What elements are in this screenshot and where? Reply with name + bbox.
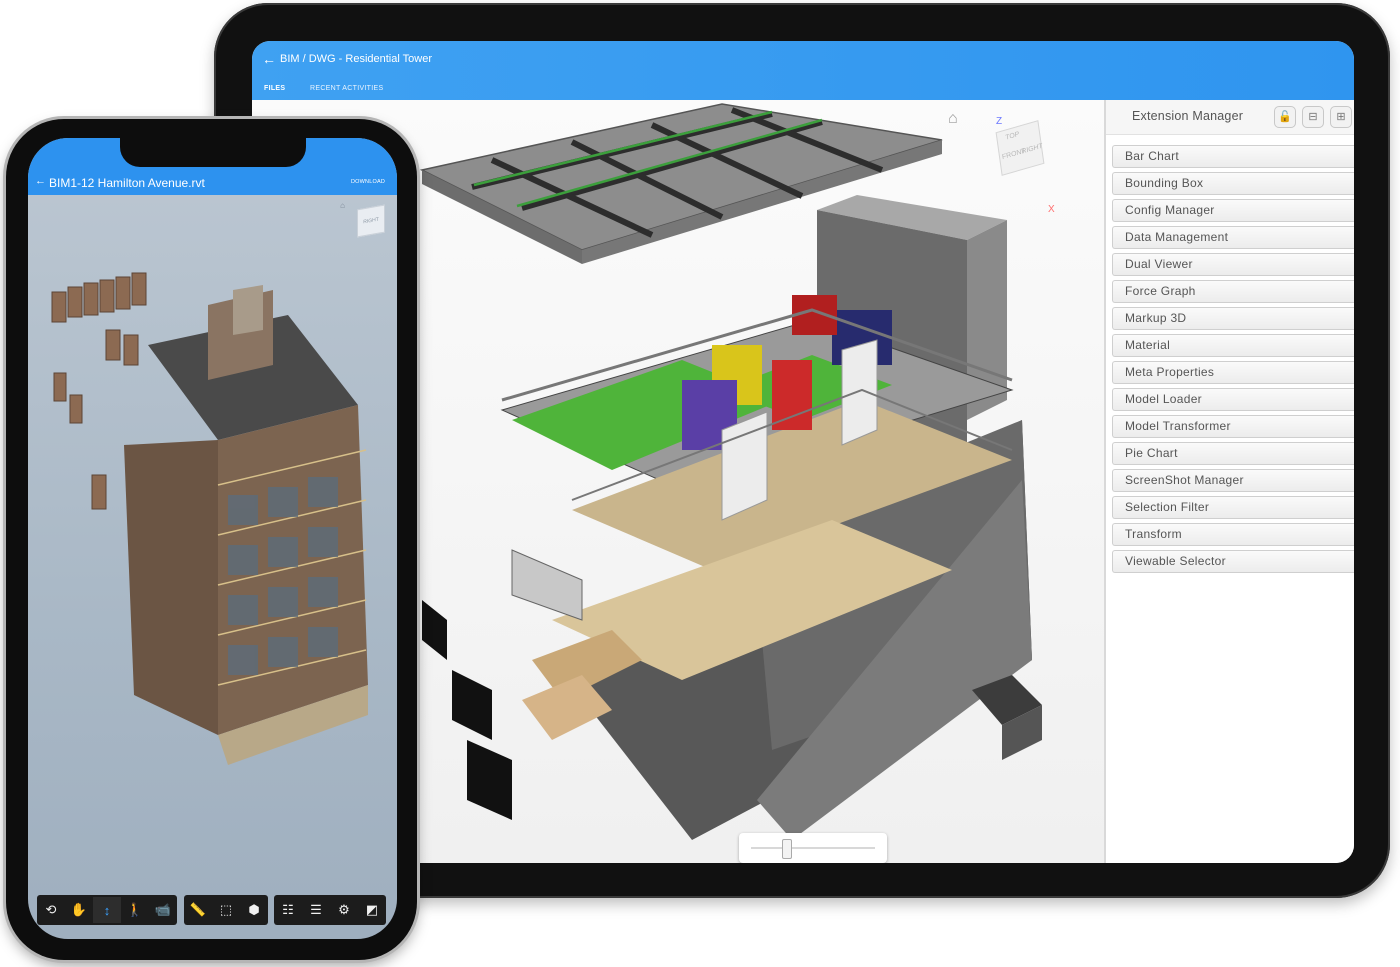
viewcube-face-right[interactable]: RIGHT — [1021, 143, 1043, 156]
phone-screen: ← BIM1-12 Hamilton Avenue.rvt DOWNLOAD ⌂… — [28, 138, 397, 939]
orbit-icon[interactable]: ⟲ — [37, 897, 65, 923]
extension-item-meta-properties[interactable]: Meta Properties — [1112, 361, 1354, 384]
extension-item-model-loader[interactable]: Model Loader — [1112, 388, 1354, 411]
axis-z-label: Z — [996, 116, 1003, 127]
section-icon[interactable]: ⬚ — [212, 897, 240, 923]
extension-item-force-graph[interactable]: Force Graph — [1112, 280, 1354, 303]
extension-item-dual-viewer[interactable]: Dual Viewer — [1112, 253, 1354, 276]
extension-manager-panel: Extension Manager 🔓 ⊟ ⊞ Bar Chart Boundin… — [1104, 100, 1354, 863]
tablet-screen: ← BIM / DWG - Residential Tower FILES RE… — [252, 41, 1354, 863]
extension-manager-header: Extension Manager 🔓 ⊟ ⊞ — [1106, 100, 1354, 135]
arrow-left-icon[interactable]: ← — [35, 175, 46, 187]
explode-icon[interactable]: ⬢ — [240, 897, 268, 923]
phone-page-title: BIM1-12 Hamilton Avenue.rvt — [49, 176, 205, 190]
home-icon[interactable]: ⌂ — [948, 110, 958, 128]
viewcube-face-top[interactable]: TOP — [1005, 131, 1020, 142]
phone-notch — [120, 138, 306, 167]
tab-recent-activities[interactable]: RECENT ACTIVITIES — [310, 85, 383, 92]
first-person-icon[interactable]: 🚶 — [121, 897, 149, 923]
extension-item-bar-chart[interactable]: Bar Chart — [1112, 145, 1354, 168]
explode-slider-track[interactable] — [751, 847, 875, 849]
extension-item-transform[interactable]: Transform — [1112, 523, 1354, 546]
extension-item-screenshot-manager[interactable]: ScreenShot Manager — [1112, 469, 1354, 492]
phone-toolbar-model-tools-group: 📏 ⬚ ⬢ — [184, 895, 268, 925]
extension-item-bounding-box[interactable]: Bounding Box — [1112, 172, 1354, 195]
extension-item-pie-chart[interactable]: Pie Chart — [1112, 442, 1354, 465]
extension-item-viewable-selector[interactable]: Viewable Selector — [1112, 550, 1354, 573]
extension-item-model-transformer[interactable]: Model Transformer — [1112, 415, 1354, 438]
tablet-page-title: BIM / DWG - Residential Tower — [280, 53, 433, 65]
download-button[interactable]: DOWNLOAD — [351, 179, 385, 185]
settings-icon[interactable]: ⚙ — [330, 897, 358, 923]
arrow-left-icon[interactable]: ← — [262, 51, 276, 67]
fullscreen-icon[interactable]: ◩ — [358, 897, 386, 923]
extension-manager-title: Extension Manager — [1132, 109, 1244, 123]
extension-item-material[interactable]: Material — [1112, 334, 1354, 357]
measure-icon[interactable]: 📏 — [184, 897, 212, 923]
camera-icon[interactable]: 📹 — [149, 897, 177, 923]
extension-item-data-management[interactable]: Data Management — [1112, 226, 1354, 249]
explode-slider-thumb[interactable] — [781, 839, 792, 859]
axis-x-label: X — [1048, 204, 1055, 215]
tab-files[interactable]: FILES — [264, 85, 285, 92]
collapse-icon[interactable]: ⊟ — [1302, 106, 1324, 128]
tablet-app-bar: ← BIM / DWG - Residential Tower FILES RE… — [252, 41, 1354, 100]
extension-item-selection-filter[interactable]: Selection Filter — [1112, 496, 1354, 519]
extension-item-config-manager[interactable]: Config Manager — [1112, 199, 1354, 222]
model-browser-icon[interactable]: ☷ — [274, 897, 302, 923]
building-model-phone — [51, 272, 368, 765]
zoom-icon[interactable]: ↕ — [93, 897, 121, 923]
phone-toolbar-settings-group: ☷ ☰ ⚙ ◩ — [274, 895, 386, 925]
properties-icon[interactable]: ☰ — [302, 897, 330, 923]
pan-icon[interactable]: ✋ — [65, 897, 93, 923]
explode-slider[interactable] — [739, 833, 887, 863]
extension-list: Bar Chart Bounding Box Config Manager Data … — [1112, 145, 1354, 577]
lock-icon[interactable]: 🔓 — [1274, 106, 1296, 128]
phone-toolbar-navigation-group: ⟲ ✋ ↕ 🚶 📹 — [37, 895, 177, 925]
extension-item-markup-3d[interactable]: Markup 3D — [1112, 307, 1354, 330]
expand-icon[interactable]: ⊞ — [1330, 106, 1352, 128]
